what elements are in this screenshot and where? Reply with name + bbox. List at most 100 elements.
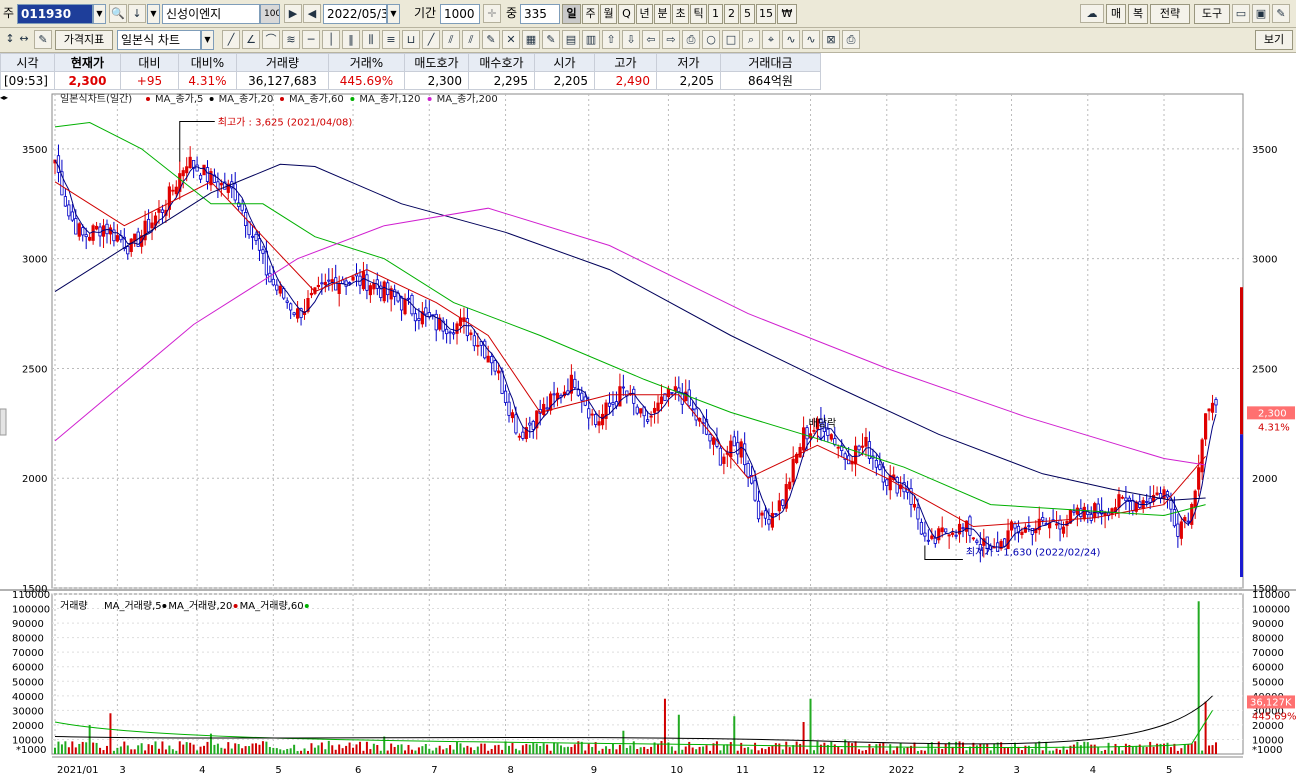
volume-bar	[764, 749, 767, 754]
chart-type-select[interactable]: 일본식 차트	[117, 30, 201, 50]
volume-bar	[549, 750, 552, 754]
draw-tool-icon[interactable]: │	[322, 30, 340, 49]
period-button[interactable]: 15	[756, 4, 776, 24]
candle-body	[292, 312, 296, 316]
search-icon[interactable]: 🔍	[109, 4, 127, 23]
code-dropdown-icon[interactable]: ▼	[93, 4, 106, 24]
y-tick-label: 2000	[22, 474, 47, 485]
ex-dividend-label: 배당락	[809, 417, 837, 429]
volume-bar	[771, 745, 774, 754]
draw-tool-icon[interactable]: ≋	[282, 30, 300, 49]
next-arrow-icon[interactable]: ▶	[284, 4, 302, 23]
volume-bar	[986, 743, 989, 754]
wrench-icon[interactable]: ✎	[1272, 4, 1290, 23]
draw-tool-icon[interactable]: ⇧	[602, 30, 620, 49]
period-button[interactable]: 월	[600, 4, 617, 24]
draw-tool-icon[interactable]: ⊔	[402, 30, 420, 49]
list-dropdown-icon[interactable]: ▼	[147, 4, 160, 24]
draw-tool-icon[interactable]: ○	[702, 30, 720, 49]
medium-input[interactable]: 335	[520, 4, 560, 24]
draw-tool-icon[interactable]: □	[722, 30, 740, 49]
volume-bar	[861, 750, 864, 754]
date-dropdown-icon[interactable]: ▼	[387, 4, 400, 24]
volume-bar	[248, 746, 251, 754]
draw-tool-icon[interactable]: ∿	[802, 30, 820, 49]
period-button[interactable]: Q	[618, 4, 635, 24]
strategy-button[interactable]: 전략	[1150, 4, 1190, 24]
draw-tool-icon[interactable]: ╱	[422, 30, 440, 49]
stock-name-field[interactable]: 신성이엔지	[162, 4, 260, 24]
period-button[interactable]: 1	[708, 4, 723, 24]
draw-tool-icon[interactable]: ⌕	[742, 30, 760, 49]
edit-icon[interactable]: ✎	[34, 30, 52, 49]
draw-tool-icon[interactable]: ▥	[582, 30, 600, 49]
view-button[interactable]: 보기	[1255, 30, 1293, 50]
draw-tool-icon[interactable]: ⇦	[642, 30, 660, 49]
spin-icon[interactable]: ✛	[483, 4, 501, 23]
volume-bar	[265, 741, 268, 754]
copy-button[interactable]: 복	[1128, 4, 1148, 24]
draw-tool-icon[interactable]: ▤	[562, 30, 580, 49]
stock-chart[interactable]: 2021/01 3 4 5 6 7 8 9 10 11 12 2022 2 3 4 51500 15002000…	[0, 91, 1296, 778]
prev-arrow-icon[interactable]: ◀	[303, 4, 321, 23]
period-button[interactable]: ₩	[777, 4, 797, 24]
candle-body	[451, 332, 456, 335]
draw-tool-icon[interactable]: ▦	[522, 30, 540, 49]
sell-button[interactable]: 매	[1106, 4, 1126, 24]
volume-bar	[830, 741, 833, 754]
candle-body	[1082, 506, 1086, 520]
legend-marker	[233, 604, 238, 608]
period-button[interactable]: 2	[724, 4, 739, 24]
period-button[interactable]: 초	[672, 4, 689, 24]
candle-body	[1072, 510, 1076, 513]
save-icon[interactable]: ▣	[1252, 4, 1270, 23]
draw-tool-icon[interactable]: ∿	[782, 30, 800, 49]
period-button[interactable]: 틱	[690, 4, 707, 24]
draw-tool-icon[interactable]: ⫼	[362, 30, 380, 49]
period-button[interactable]: 주	[582, 4, 599, 24]
candle-body	[424, 307, 428, 315]
legend-label: MA_종가,20	[219, 93, 274, 105]
draw-tool-icon[interactable]: ⇩	[622, 30, 640, 49]
draw-tool-icon[interactable]: ⎙	[682, 30, 700, 49]
draw-tool-icon[interactable]: ‖	[342, 30, 360, 49]
x-tick-label: 4	[1090, 765, 1096, 776]
draw-tool-icon[interactable]: ✎	[542, 30, 560, 49]
period-button[interactable]: 년	[636, 4, 653, 24]
period-button[interactable]: 5	[740, 4, 755, 24]
draw-tool-icon[interactable]: ≡	[382, 30, 400, 49]
sort-icon[interactable]: ↓	[128, 4, 146, 23]
period-button[interactable]: 일	[562, 4, 581, 24]
volume-tick-label: 50000	[12, 677, 44, 688]
draw-tool-icon[interactable]: ⎙	[842, 30, 860, 49]
draw-tool-icon[interactable]: ╱	[222, 30, 240, 49]
leftright-icon[interactable]: ↔	[15, 30, 33, 49]
candle-body	[1030, 527, 1034, 535]
candle-body	[146, 218, 151, 233]
tools-button[interactable]: 도구	[1194, 4, 1230, 24]
period-input[interactable]: 1000	[440, 4, 480, 24]
draw-tool-icon[interactable]: ∠	[242, 30, 260, 49]
stock-code-input[interactable]: 011930	[17, 4, 93, 24]
volume-bar	[1065, 749, 1068, 754]
draw-tool-icon[interactable]: ✎	[482, 30, 500, 49]
folder-icon[interactable]: ▭	[1232, 4, 1250, 23]
volume-bar	[594, 742, 597, 754]
draw-tool-icon[interactable]: ⌒	[262, 30, 280, 49]
draw-tool-icon[interactable]: ⫽	[442, 30, 460, 49]
draw-tool-icon[interactable]: ⫽	[462, 30, 480, 49]
draw-tool-icon[interactable]: ✕	[502, 30, 520, 49]
draw-tool-icon[interactable]: ⇨	[662, 30, 680, 49]
volume-bar	[272, 747, 275, 754]
cloud-icon[interactable]: ☁	[1080, 4, 1104, 23]
period-button[interactable]: 분	[654, 4, 671, 24]
draw-tool-icon[interactable]: ⊠	[822, 30, 840, 49]
indicator-button[interactable]: 가격지표	[55, 30, 113, 50]
draw-tool-icon[interactable]: ─	[302, 30, 320, 49]
volume-bar	[258, 744, 261, 754]
draw-tool-icon[interactable]: ⌖	[762, 30, 780, 49]
low-annotation: 최저가 : 1,630 (2022/02/24)	[966, 546, 1101, 558]
date-input[interactable]: 2022/05/31	[323, 4, 387, 24]
chart-type-dropdown-icon[interactable]: ▼	[201, 30, 214, 50]
x-tick-label: 3	[1014, 765, 1020, 776]
